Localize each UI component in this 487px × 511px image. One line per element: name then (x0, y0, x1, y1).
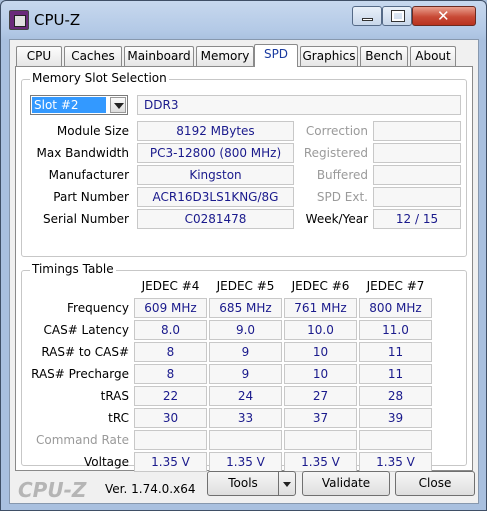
validate-button[interactable]: Validate (302, 471, 390, 496)
timing-cell: 11 (359, 342, 432, 362)
timings-column-header: JEDEC #5 (216, 279, 275, 293)
serial-number-field: C0281478 (137, 209, 294, 229)
timing-cell: 8 (134, 364, 207, 384)
tools-dropdown-arrow-icon[interactable] (278, 471, 296, 496)
timing-row-label: Frequency (67, 301, 129, 315)
tab-cpu[interactable]: CPU (16, 46, 62, 66)
timing-row-label: RAS# Precharge (31, 367, 129, 381)
timing-cell: 30 (134, 408, 207, 428)
timing-cell: 10 (284, 342, 357, 362)
registered-field (373, 143, 461, 163)
correction-label: Correction (305, 124, 368, 138)
timing-cell: 609 MHz (134, 298, 207, 318)
memory-slot-group-title: Memory Slot Selection (30, 71, 169, 85)
timing-cell (359, 430, 432, 450)
maximize-icon (391, 10, 405, 22)
timing-cell (209, 430, 282, 450)
maximize-button[interactable] (382, 6, 412, 26)
timing-cell (284, 430, 357, 450)
timing-cell: 10.0 (284, 320, 357, 340)
timing-cell: 1.35 V (209, 452, 282, 472)
tab-spd[interactable]: SPD (254, 44, 298, 67)
memory-slot-group: Memory Slot Selection Slot #2 DDR3 Modul… (21, 71, 467, 257)
client-area: CPU Caches Mainboard Memory SPD Graphics… (9, 39, 479, 504)
registered-label: Registered (303, 146, 368, 160)
timings-group-title: Timings Table (30, 262, 116, 276)
tab-bench[interactable]: Bench (360, 46, 408, 66)
timing-cell: 8.0 (134, 320, 207, 340)
timing-row-label: CAS# Latency (43, 323, 129, 337)
close-icon: ✕ (437, 7, 450, 25)
week-year-field: 12 / 15 (373, 209, 461, 229)
timing-cell: 24 (209, 386, 282, 406)
timings-column-header: JEDEC #4 (141, 279, 200, 293)
timing-cell: 9 (209, 364, 282, 384)
spd-ext-label: SPD Ext. (316, 190, 368, 204)
timing-cell (134, 430, 207, 450)
minimize-button[interactable] (352, 6, 382, 26)
timing-cell: 1.35 V (284, 452, 357, 472)
max-bandwidth-field: PC3-12800 (800 MHz) (137, 143, 294, 163)
max-bandwidth-label: Max Bandwidth (36, 146, 129, 160)
module-size-label: Module Size (56, 124, 129, 138)
timing-cell: 33 (209, 408, 282, 428)
cpuz-logo: CPU-Z (18, 478, 87, 502)
version-text: Ver. 1.74.0.x64 (105, 482, 196, 496)
timing-cell: 761 MHz (284, 298, 357, 318)
timing-cell: 800 MHz (359, 298, 432, 318)
timing-row-label: tRC (108, 411, 129, 425)
timing-cell: 8 (134, 342, 207, 362)
timing-cell: 1.35 V (134, 452, 207, 472)
slot-dropdown-value: Slot #2 (32, 97, 106, 113)
spd-ext-field (373, 187, 461, 207)
title-bar[interactable]: CPU-Z ✕ (1, 1, 486, 39)
manufacturer-field: Kingston (137, 165, 294, 185)
chevron-down-icon[interactable] (110, 97, 126, 113)
tab-bar: CPU Caches Mainboard Memory SPD Graphics… (12, 44, 478, 67)
timing-cell: 27 (284, 386, 357, 406)
tab-mainboard[interactable]: Mainboard (124, 46, 194, 66)
buffered-label: Buffered (316, 168, 368, 182)
tab-memory[interactable]: Memory (196, 46, 254, 66)
timing-row-label: Voltage (83, 455, 129, 469)
timing-cell: 11.0 (359, 320, 432, 340)
timing-cell: 1.35 V (359, 452, 432, 472)
cpuz-window: CPU-Z ✕ CPU Caches Mainboard Memory SPD … (0, 0, 487, 511)
window-title: CPU-Z (34, 11, 81, 29)
correction-field (373, 121, 461, 141)
timing-row-label: RAS# to CAS# (41, 345, 129, 359)
timing-cell: 22 (134, 386, 207, 406)
timings-column-header: JEDEC #7 (366, 279, 425, 293)
slot-dropdown[interactable]: Slot #2 (30, 95, 128, 115)
cpuz-app-icon (9, 10, 29, 30)
spd-panel: Memory Slot Selection Slot #2 DDR3 Modul… (15, 66, 473, 472)
serial-number-label: Serial Number (43, 212, 129, 226)
tab-graphics[interactable]: Graphics (300, 46, 358, 66)
timing-cell: 9.0 (209, 320, 282, 340)
part-number-label: Part Number (53, 190, 129, 204)
timing-cell: 28 (359, 386, 432, 406)
tab-about[interactable]: About (410, 46, 456, 66)
memory-type-field: DDR3 (137, 95, 461, 115)
part-number-field: ACR16D3LS1KNG/8G (137, 187, 294, 207)
timing-cell: 37 (284, 408, 357, 428)
timings-column-header: JEDEC #6 (291, 279, 350, 293)
module-size-field: 8192 MBytes (137, 121, 294, 141)
timing-cell: 9 (209, 342, 282, 362)
close-button[interactable]: Close (395, 471, 475, 496)
timing-cell: 10 (284, 364, 357, 384)
tab-caches[interactable]: Caches (64, 46, 122, 66)
tools-button[interactable]: Tools (207, 471, 279, 496)
manufacturer-label: Manufacturer (48, 168, 129, 182)
timings-group: Timings Table JEDEC #4 JEDEC #5 JEDEC #6… (21, 262, 467, 472)
timing-cell: 685 MHz (209, 298, 282, 318)
week-year-label: Week/Year (305, 212, 368, 226)
close-window-button[interactable]: ✕ (412, 6, 476, 26)
buffered-field (373, 165, 461, 185)
minimize-icon (362, 18, 373, 21)
timing-cell: 39 (359, 408, 432, 428)
timing-cell: 11 (359, 364, 432, 384)
timing-row-label: tRAS (100, 389, 129, 403)
timing-row-label: Command Rate (35, 433, 129, 447)
